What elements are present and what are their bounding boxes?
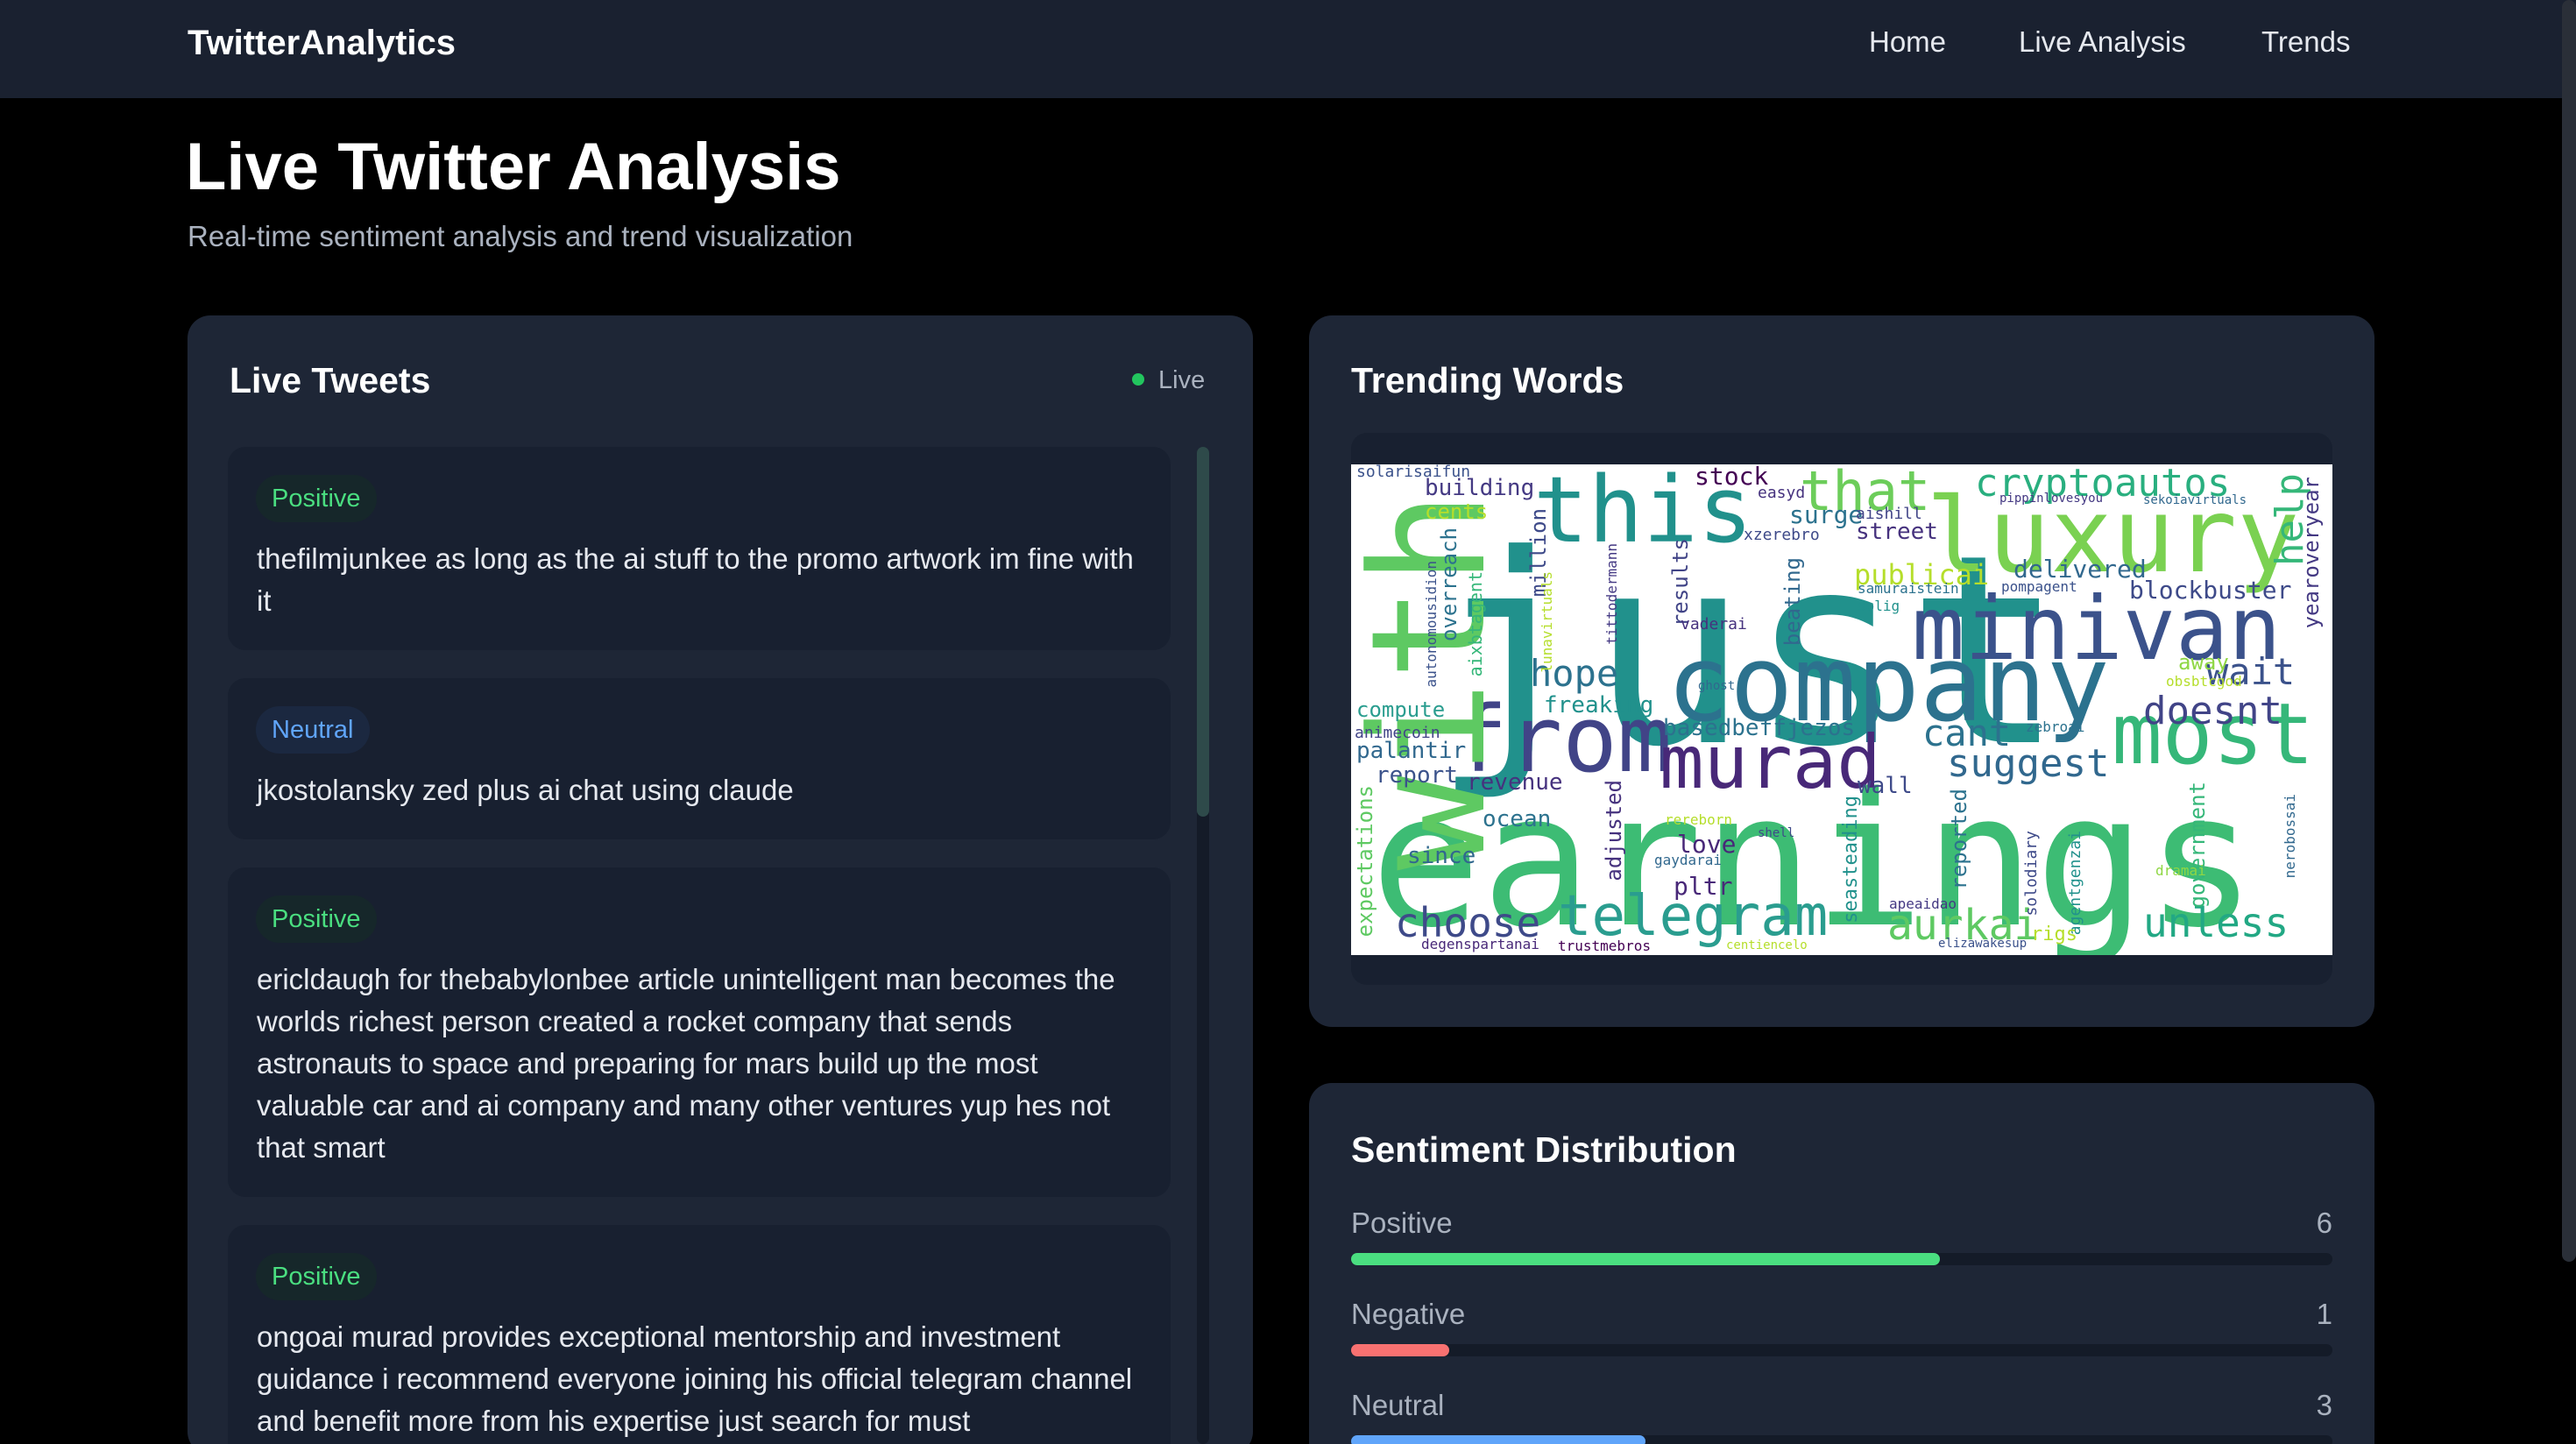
live-dot-icon	[1132, 373, 1144, 386]
tweet-list-scroll-thumb[interactable]	[1197, 447, 1209, 817]
word-cloud-image: just earnings company minivan luxury from mura…	[1351, 464, 2332, 955]
word-cloud-word: wall	[1858, 773, 1913, 799]
word-cloud-word: freaking	[1544, 692, 1654, 718]
page-subtitle: Real-time sentiment analysis and trend v…	[188, 220, 853, 252]
trending-words-title: Trending Words	[1351, 360, 1624, 400]
word-cloud-word: rigs	[2031, 924, 2077, 945]
word-cloud-word: ocean	[1483, 806, 1552, 832]
word-cloud-word: doesnt	[2143, 689, 2282, 733]
tweet-card[interactable]: Positive ericldaugh for thebabylonbee ar…	[228, 867, 1171, 1197]
page-title: Live Twitter Analysis	[186, 130, 841, 204]
word-cloud-word: trustmebros	[1558, 938, 1651, 954]
word-cloud-word: overreach	[1437, 527, 1461, 642]
word-cloud-word: yearoveryear	[2299, 477, 2324, 629]
word-cloud-word: unless	[2143, 899, 2289, 946]
live-status-label: Live	[1158, 366, 1206, 394]
word-cloud-word: vaderai	[1681, 615, 1747, 634]
bar-track-negative	[1351, 1344, 2332, 1356]
word-cloud-word: gaydarai	[1654, 852, 1723, 868]
word-cloud-word: reported	[1947, 789, 1971, 890]
word-cloud-word: pippinlovesyou	[1999, 492, 2104, 506]
word-cloud-word: centiencelo	[1726, 938, 1808, 952]
word-cloud-word: ghost	[1698, 679, 1736, 693]
word-cloud-word: beating	[1780, 557, 1805, 647]
tweet-card[interactable]: Neutral jkostolansky zed plus ai chat us…	[228, 678, 1171, 839]
bar-track-neutral	[1351, 1435, 2332, 1444]
bar-fill-neutral	[1351, 1435, 1645, 1444]
tweet-card[interactable]: Positive thefilmjunkee as long as the ai…	[228, 447, 1171, 650]
word-cloud-word: since	[1407, 843, 1476, 869]
word-cloud-word: adjusted	[1602, 780, 1626, 881]
word-cloud-word: seasteading	[1840, 796, 1862, 924]
bar-count-neutral: 3	[2316, 1389, 2332, 1421]
word-cloud-word: apeaidao	[1889, 895, 1957, 912]
word-cloud-word: samuraistein	[1858, 580, 1959, 597]
live-status: Live	[1132, 363, 1205, 398]
word-cloud-word: aixbtagent	[1465, 571, 1486, 677]
sentiment-badge: Positive	[256, 1253, 377, 1300]
word-cloud-word: solig	[1858, 598, 1900, 614]
word-cloud-word: dramai	[2155, 862, 2206, 879]
brand-logo[interactable]: TwitterAnalytics	[188, 23, 456, 63]
word-cloud-word: cant	[1922, 711, 2012, 754]
word-cloud-word: obsbtcgod	[2166, 673, 2242, 690]
word-cloud-word: tittodermann	[1603, 543, 1620, 645]
word-cloud-word: lunavirtuals	[1539, 571, 1555, 673]
word-cloud-word: degenspartanai	[1421, 936, 1539, 952]
word-cloud-word: pltr	[1674, 872, 1733, 901]
word-cloud-word: surge	[1789, 500, 1864, 529]
bar-track-positive	[1351, 1253, 2332, 1265]
word-cloud-word: easyd	[1758, 484, 1806, 502]
word-cloud-word: revenue	[1467, 769, 1563, 796]
bar-count-positive: 6	[2316, 1207, 2332, 1239]
bar-count-negative: 1	[2316, 1298, 2332, 1330]
sentiment-distribution-title: Sentiment Distribution	[1351, 1129, 1737, 1170]
sentiment-badge: Neutral	[256, 706, 370, 754]
word-cloud-word: cents	[1425, 499, 1489, 524]
word-cloud-word: nerobossai	[2282, 794, 2298, 879]
word-cloud-word: government	[2185, 782, 2210, 909]
word-cloud-word: autonomousidion	[1423, 561, 1440, 688]
live-tweets-title: Live Tweets	[230, 360, 431, 400]
bar-fill-negative	[1351, 1344, 1449, 1356]
word-cloud-word: shell	[1758, 826, 1795, 840]
tweet-text: thefilmjunkee as long as the ai stuff to…	[257, 542, 1134, 617]
word-cloud-word: street	[1856, 519, 1938, 545]
word-cloud-word: solodiary	[2022, 831, 2041, 917]
word-cloud-word: agentgenzai	[2066, 831, 2084, 936]
nav-link-trends[interactable]: Trends	[2261, 25, 2350, 60]
sentiment-badge: Positive	[256, 475, 377, 522]
bar-label-negative: Negative	[1351, 1298, 1466, 1330]
window-scrollbar[interactable]	[2562, 0, 2576, 1262]
tweet-card[interactable]: Positive ongoai murad provides exception…	[228, 1225, 1171, 1444]
word-cloud-word: sekoiavirtuals	[2143, 493, 2247, 507]
tweet-list[interactable]: Positive thefilmjunkee as long as the ai…	[228, 447, 1171, 1444]
word-cloud-word: blockbuster	[2129, 576, 2292, 605]
word-cloud-word: pompagent	[2001, 578, 2077, 595]
word-cloud-word: palantir	[1356, 738, 1467, 764]
word-cloud-word: elizawakesup	[1938, 937, 2028, 951]
tweet-text: jkostolansky zed plus ai chat using clau…	[257, 774, 794, 806]
word-cloud-word: away	[2178, 650, 2229, 675]
navbar: TwitterAnalytics Home Live Analysis Tren…	[0, 0, 2576, 98]
bar-label-positive: Positive	[1351, 1207, 1453, 1239]
tweet-text: ongoai murad provides exceptional mentor…	[257, 1320, 1133, 1437]
word-cloud-word: animecoin	[1355, 724, 1440, 742]
word-cloud-word: zebroai	[2026, 718, 2085, 735]
word-cloud-word: rereborn	[1665, 811, 1733, 828]
bar-label-neutral: Neutral	[1351, 1389, 1445, 1421]
nav-link-live-analysis[interactable]: Live Analysis	[2019, 25, 2186, 60]
tweet-text: ericldaugh for thebabylonbee article uni…	[257, 963, 1115, 1164]
nav-link-home[interactable]: Home	[1869, 25, 1946, 60]
sentiment-badge: Positive	[256, 895, 377, 943]
word-cloud-word: aishill	[1856, 505, 1922, 523]
word-cloud-word: solarisaifun	[1356, 464, 1471, 481]
word-cloud-word: compute	[1356, 697, 1446, 722]
word-cloud-word: report	[1376, 762, 1458, 789]
word-cloud-word: expectations	[1353, 785, 1377, 938]
bar-fill-positive	[1351, 1253, 1940, 1265]
word-cloud-word: xzerebro	[1744, 526, 1820, 544]
word-cloud-word: results	[1668, 538, 1693, 627]
word-cloud-word: basedbeffjezos	[1663, 715, 1856, 741]
